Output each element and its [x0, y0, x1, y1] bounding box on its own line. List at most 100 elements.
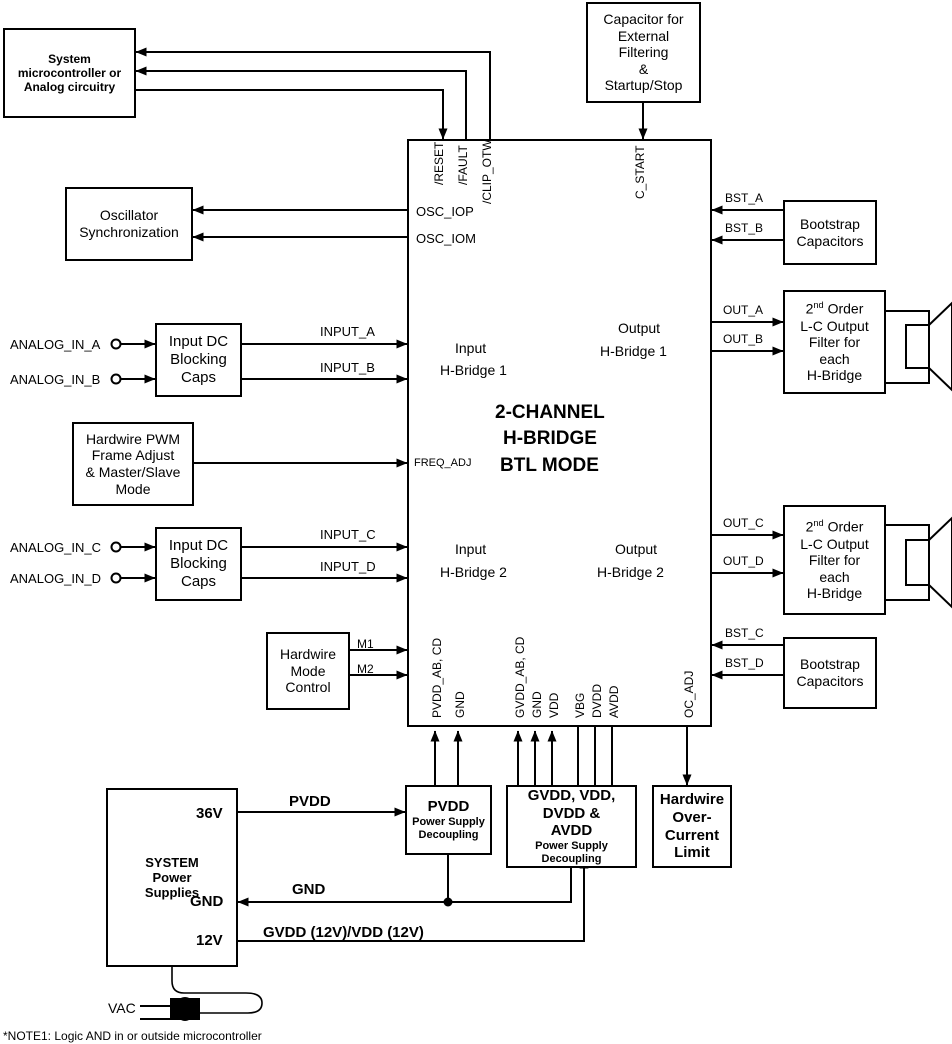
lc-filter-1-line5: H-Bridge [806, 367, 863, 384]
lc-filter-2-line5: H-Bridge [806, 585, 863, 602]
signal-label-input-b: INPUT_B [320, 360, 375, 375]
bootstrap-bottom-line2: Capacitors [796, 673, 864, 689]
pvdd-decoupling-line2: Decoupling [418, 828, 479, 841]
output-hbridge-2-line1: Output [615, 541, 658, 557]
lc-output-filter-2-block[interactable]: 2nd Order L-C Output Filter for each H-B… [783, 505, 886, 615]
power-label-pvdd: PVDD [289, 793, 331, 810]
bootstrap-top-line1: Bootstrap [800, 215, 860, 232]
pvdd-decoupling-line1: Power Supply [412, 815, 485, 828]
chip-title-line1: 2-CHANNEL [495, 402, 605, 423]
signal-label-input-c: INPUT_C [320, 527, 376, 542]
input-caps-2-line1: Input DC [168, 537, 229, 555]
pvdd-decoupling-block[interactable]: PVDD Power Supply Decoupling [405, 785, 492, 855]
bootstrap-top-line2: Capacitors [796, 232, 864, 249]
signal-label-bst-c: BST_C [725, 626, 764, 640]
pin-label-c-start: C_START [633, 145, 647, 199]
signal-label-m2: M2 [357, 662, 374, 676]
input-dc-blocking-caps-1-block[interactable]: Input DC Blocking Caps [155, 323, 242, 397]
pin-label-oc-adj: OC_ADJ [682, 670, 696, 718]
hardwire-pwm-line1: Hardwire PWM [85, 430, 181, 447]
pin-label-pvdd-ab-cd: PVDD_AB, CD [430, 637, 444, 718]
overcurrent-line4: Limit [674, 844, 710, 862]
rail-label-gnd: GND [190, 893, 224, 910]
bootstrap-capacitors-bottom-block[interactable]: Bootstrap Capacitors [783, 637, 877, 709]
external-capacitor-block[interactable]: Capacitor for External Filtering & Start… [586, 2, 701, 103]
system-microcontroller-block[interactable]: System microcontroller or Analog circuit… [3, 28, 136, 118]
output-hbridge-1-line1: Output [618, 320, 661, 336]
capacitor-ext-line3: Filtering [618, 44, 669, 61]
block-diagram-canvas: 2-CHANNEL H-BRIDGE BTL MODE Input H-Brid… [0, 0, 952, 1044]
hardwire-pwm-line2: Frame Adjust [91, 447, 175, 464]
microcontroller-line1: System [48, 51, 91, 66]
gvdd-decoupling-block[interactable]: GVDD, VDD, DVDD & AVDD Power Supply Deco… [506, 785, 637, 868]
microcontroller-line2: microcontroller or [17, 65, 122, 80]
hardwire-pwm-line3: & Master/Slave [85, 464, 181, 480]
microcontroller-line3: Analog circuitry [23, 80, 116, 95]
input-caps-2-line2: Blocking [170, 555, 227, 573]
input-hbridge-2-line2: H-Bridge 2 [440, 564, 507, 580]
hardwire-mode-line1: Hardwire [279, 646, 336, 663]
pin-label-reset: /RESET [432, 141, 446, 185]
lc-filter-2-order-line: 2nd Order [806, 518, 864, 535]
gvdd-decoupling-title3: AVDD [550, 822, 593, 840]
capacitor-ext-line1: Capacitor for [603, 11, 684, 28]
capacitor-ext-line2: External [617, 27, 670, 44]
pin-label-avdd: AVDD [607, 685, 621, 718]
lc-filter-1-order-line: 2nd Order [806, 300, 864, 317]
chip-title-line2: H-BRIDGE [503, 428, 597, 449]
input-hbridge-1-line1: Input [455, 340, 487, 356]
signal-label-bst-d: BST_D [725, 656, 764, 670]
pin-label-freq-adj: FREQ_ADJ [414, 457, 472, 469]
hardwire-mode-line3: Control [285, 679, 331, 696]
chip-title-line3: BTL MODE [500, 455, 599, 476]
lc-filter-1-line2: L-C Output [800, 317, 869, 334]
lc-filter-1-line3: Filter for [808, 334, 861, 351]
signal-label-input-d: INPUT_D [320, 559, 376, 574]
overcurrent-line3: Current [664, 826, 720, 844]
pin-label-fault: /FAULT [456, 145, 470, 185]
vac-label: VAC [108, 1000, 136, 1016]
hardwire-pwm-block[interactable]: Hardwire PWM Frame Adjust & Master/Slave… [72, 422, 194, 506]
lc-filter-2-line2: L-C Output [800, 535, 869, 552]
input-caps-2-line3: Caps [180, 572, 217, 590]
pin-label-gnd-1: GND [453, 691, 467, 718]
signal-label-analog-in-b: ANALOG_IN_B [10, 372, 101, 387]
gvdd-decoupling-title2: DVDD & [542, 804, 601, 822]
output-hbridge-1-line2: H-Bridge 1 [600, 343, 667, 359]
signal-label-analog-in-d: ANALOG_IN_D [10, 571, 102, 586]
signal-label-m1: M1 [357, 637, 374, 651]
signal-label-analog-in-a: ANALOG_IN_A [10, 337, 101, 352]
gvdd-decoupling-line1: Power Supply [535, 840, 608, 853]
input-caps-1-line3: Caps [180, 368, 217, 386]
hardwire-overcurrent-limit-block[interactable]: Hardwire Over- Current Limit [652, 785, 732, 868]
hardwire-mode-control-block[interactable]: Hardwire Mode Control [266, 632, 350, 710]
footnote-text: *NOTE1: Logic AND in or outside microcon… [3, 1029, 262, 1043]
lc-filter-1-line4: each [819, 350, 850, 367]
pin-label-gvdd-ab-cd: GVDD_AB, CD [513, 636, 527, 718]
capacitor-ext-line4: & [638, 60, 649, 77]
input-caps-1-line2: Blocking [170, 351, 227, 369]
lc-output-filter-1-block[interactable]: 2nd Order L-C Output Filter for each H-B… [783, 290, 886, 394]
pin-label-dvdd: DVDD [590, 683, 604, 718]
pin-label-osc-iom: OSC_IOM [416, 231, 476, 246]
input-hbridge-1-line2: H-Bridge 1 [440, 362, 507, 378]
pvdd-decoupling-title: PVDD [427, 798, 470, 816]
gvdd-decoupling-line2: Decoupling [541, 853, 602, 866]
hardwire-mode-line2: Mode [290, 662, 326, 679]
input-dc-blocking-caps-2-block[interactable]: Input DC Blocking Caps [155, 527, 242, 601]
signal-label-bst-b: BST_B [725, 221, 764, 235]
lc-filter-2-order-sup: nd [813, 518, 824, 529]
pin-label-vbg: VBG [573, 692, 587, 718]
oscillator-sync-block[interactable]: Oscillator Synchronization [65, 187, 193, 261]
bootstrap-capacitors-top-block[interactable]: Bootstrap Capacitors [783, 200, 877, 265]
rail-label-36v: 36V [196, 805, 223, 822]
input-caps-1-line1: Input DC [168, 333, 229, 351]
signal-label-bst-a: BST_A [725, 191, 764, 205]
pin-label-vdd: VDD [547, 692, 561, 718]
overcurrent-line2: Over- [672, 808, 712, 826]
gvdd-decoupling-title1: GVDD, VDD, [527, 787, 616, 804]
pin-label-clip-otw: /CLIP_OTW [480, 139, 494, 204]
system-power-line2: Power [152, 869, 192, 885]
lc-filter-1-order-sup: nd [813, 300, 824, 311]
speaker-group [905, 301, 952, 609]
